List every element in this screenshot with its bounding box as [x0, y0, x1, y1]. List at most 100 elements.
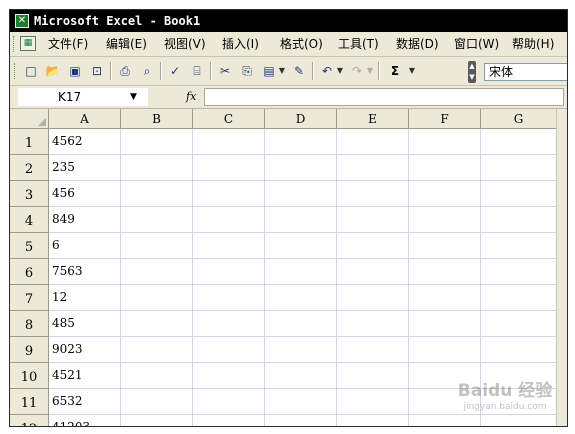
table-cell[interactable]: [481, 259, 557, 285]
table-cell[interactable]: [409, 207, 481, 233]
table-cell[interactable]: [121, 259, 193, 285]
menu-data[interactable]: 数据(D): [396, 32, 439, 56]
table-cell[interactable]: [121, 207, 193, 233]
column-header-c[interactable]: C: [193, 109, 265, 129]
table-cell[interactable]: [121, 155, 193, 181]
table-cell[interactable]: [337, 181, 409, 207]
table-cell[interactable]: [265, 207, 337, 233]
row-header[interactable]: 7: [10, 285, 49, 311]
row-header[interactable]: 11: [10, 389, 49, 415]
save-icon[interactable]: ▣: [66, 62, 84, 80]
table-cell[interactable]: 9023: [49, 337, 121, 363]
undo-dropdown-icon[interactable]: ▼: [336, 62, 344, 80]
table-cell[interactable]: [337, 155, 409, 181]
table-cell[interactable]: 12: [49, 285, 121, 311]
row-header[interactable]: 5: [10, 233, 49, 259]
table-cell[interactable]: [193, 337, 265, 363]
table-cell[interactable]: [337, 311, 409, 337]
insert-function-icon[interactable]: fx: [186, 88, 200, 106]
table-cell[interactable]: [265, 155, 337, 181]
table-cell[interactable]: [409, 285, 481, 311]
menu-view[interactable]: 视图(V): [164, 32, 206, 56]
table-cell[interactable]: [337, 207, 409, 233]
table-cell[interactable]: [121, 337, 193, 363]
window-controls[interactable]: [547, 13, 563, 29]
menu-grip[interactable]: [13, 36, 17, 52]
table-cell[interactable]: 41203: [49, 415, 121, 426]
worksheet-grid[interactable]: A B C D E F G 1 4562 2 235 3 456 4 849 5 6 6 7563 7 1…: [10, 109, 567, 426]
table-cell[interactable]: 456: [49, 181, 121, 207]
table-cell[interactable]: [409, 415, 481, 426]
table-cell[interactable]: [121, 363, 193, 389]
table-cell[interactable]: [193, 207, 265, 233]
autosum-icon[interactable]: Σ: [386, 62, 404, 80]
table-cell[interactable]: [265, 363, 337, 389]
print-icon[interactable]: ⎙: [116, 62, 134, 80]
format-painter-icon[interactable]: ✎: [290, 62, 308, 80]
table-cell[interactable]: [121, 129, 193, 155]
row-header[interactable]: 12: [10, 415, 49, 426]
name-box[interactable]: K17 ▼: [18, 88, 148, 106]
menu-help[interactable]: 帮助(H): [512, 32, 554, 56]
table-cell[interactable]: [193, 181, 265, 207]
table-cell[interactable]: [481, 129, 557, 155]
row-header[interactable]: 9: [10, 337, 49, 363]
table-cell[interactable]: [265, 389, 337, 415]
row-header[interactable]: 3: [10, 181, 49, 207]
table-cell[interactable]: [265, 129, 337, 155]
menu-window[interactable]: 窗口(W): [454, 32, 499, 56]
table-cell[interactable]: [121, 181, 193, 207]
table-cell[interactable]: 4562: [49, 129, 121, 155]
table-cell[interactable]: [481, 285, 557, 311]
table-cell[interactable]: [409, 311, 481, 337]
table-cell[interactable]: [481, 363, 557, 389]
row-header[interactable]: 2: [10, 155, 49, 181]
table-cell[interactable]: [265, 181, 337, 207]
column-header-a[interactable]: A: [49, 109, 121, 129]
workbook-icon[interactable]: ▦: [20, 36, 36, 51]
menu-edit[interactable]: 编辑(E): [106, 32, 147, 56]
row-header[interactable]: 10: [10, 363, 49, 389]
column-header-g[interactable]: G: [481, 109, 557, 129]
formula-input[interactable]: [204, 88, 564, 106]
table-cell[interactable]: [481, 207, 557, 233]
column-header-b[interactable]: B: [121, 109, 193, 129]
table-cell[interactable]: [409, 129, 481, 155]
table-cell[interactable]: [193, 389, 265, 415]
column-header-f[interactable]: F: [409, 109, 481, 129]
table-cell[interactable]: [337, 415, 409, 426]
table-cell[interactable]: [481, 415, 557, 426]
table-cell[interactable]: [265, 415, 337, 426]
paste-icon[interactable]: ▤: [260, 62, 278, 80]
chevron-down-icon[interactable]: ▼: [130, 88, 137, 106]
permission-icon[interactable]: ⊡: [88, 62, 106, 80]
row-header[interactable]: 1: [10, 129, 49, 155]
table-cell[interactable]: 4521: [49, 363, 121, 389]
table-cell[interactable]: [121, 389, 193, 415]
table-cell[interactable]: [193, 285, 265, 311]
table-cell[interactable]: 7563: [49, 259, 121, 285]
table-cell[interactable]: [193, 155, 265, 181]
table-cell[interactable]: [409, 389, 481, 415]
vertical-scrollbar[interactable]: [556, 109, 567, 426]
table-cell[interactable]: [409, 259, 481, 285]
table-cell[interactable]: [193, 129, 265, 155]
select-all-button[interactable]: [10, 109, 49, 129]
table-cell[interactable]: [337, 337, 409, 363]
copy-icon[interactable]: ⎘: [238, 62, 256, 80]
table-cell[interactable]: [121, 285, 193, 311]
table-cell[interactable]: [337, 285, 409, 311]
table-cell[interactable]: [193, 259, 265, 285]
autosum-dropdown-icon[interactable]: ▼: [408, 62, 416, 80]
open-folder-icon[interactable]: 📂: [44, 62, 62, 80]
table-cell[interactable]: [265, 311, 337, 337]
row-header[interactable]: 4: [10, 207, 49, 233]
row-header[interactable]: 6: [10, 259, 49, 285]
menu-tools[interactable]: 工具(T): [338, 32, 379, 56]
table-cell[interactable]: [121, 233, 193, 259]
table-cell[interactable]: [265, 337, 337, 363]
table-cell[interactable]: [193, 363, 265, 389]
print-preview-icon[interactable]: ⌕: [138, 62, 156, 80]
table-cell[interactable]: 849: [49, 207, 121, 233]
menu-insert[interactable]: 插入(I): [222, 32, 259, 56]
